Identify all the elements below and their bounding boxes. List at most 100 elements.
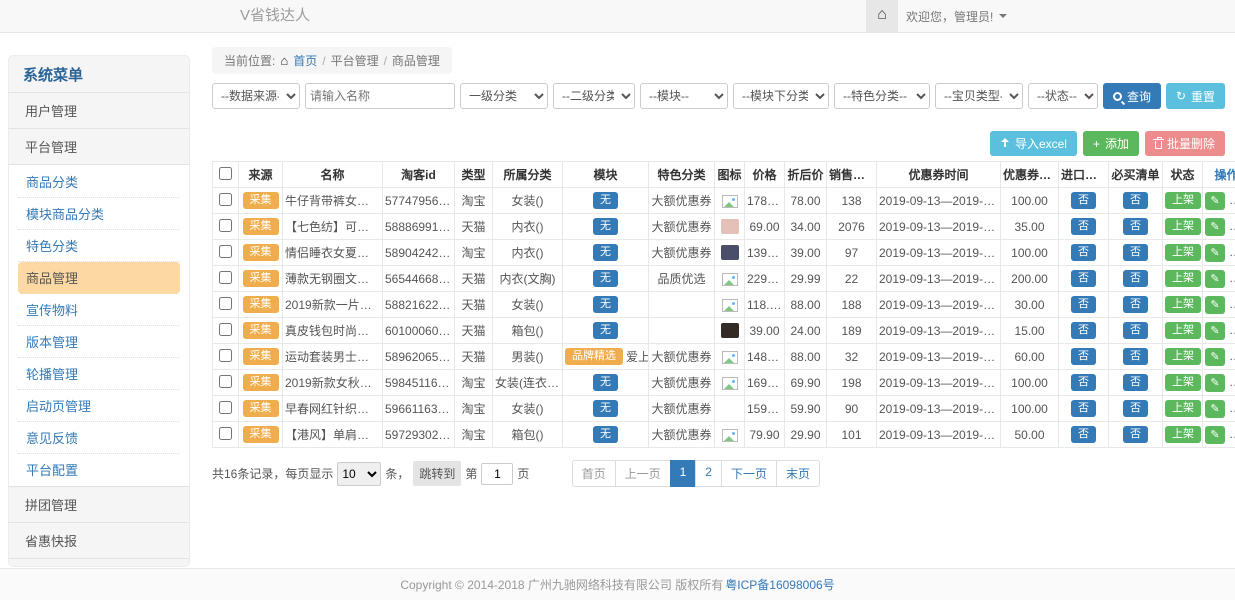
edit-button[interactable]: ✎ (1205, 322, 1225, 340)
sidebar-item-11[interactable]: 平台配置 (18, 454, 180, 485)
jump-page-input[interactable] (481, 463, 513, 485)
sidebar-group-12[interactable]: 拼团管理 (9, 486, 189, 522)
must-buy-toggle-button[interactable]: 否 (1123, 348, 1148, 365)
edit-button[interactable]: ✎ (1205, 348, 1225, 366)
status-badge[interactable]: 上架 (1165, 426, 1201, 443)
data-source-select[interactable]: --数据来源-- (212, 83, 300, 109)
sidebar-group-1[interactable]: 平台管理 (9, 128, 189, 164)
sidebar-item-7[interactable]: 版本管理 (18, 326, 180, 358)
module-badge[interactable]: 无 (593, 426, 618, 443)
row-checkbox[interactable] (219, 193, 232, 206)
module-badge[interactable]: 品牌精选 (565, 348, 623, 365)
sidebar-group-13[interactable]: 省惠快报 (9, 522, 189, 558)
must-buy-toggle-button[interactable]: 否 (1123, 296, 1148, 313)
select-all-checkbox[interactable] (219, 167, 232, 180)
import-toggle-button[interactable]: 否 (1071, 322, 1096, 339)
sidebar-item-4[interactable]: 特色分类 (18, 230, 180, 262)
status-badge[interactable]: 上架 (1165, 374, 1201, 391)
page-button-2[interactable]: 1 (670, 460, 697, 487)
sidebar-item-5[interactable]: 商品管理 (18, 262, 180, 294)
status-badge[interactable]: 上架 (1165, 270, 1201, 287)
sidebar-group-14[interactable]: 消息管理 (9, 558, 189, 567)
user-menu[interactable]: 欢迎您，管理员! (906, 0, 1007, 32)
edit-button[interactable]: ✎ (1205, 218, 1225, 236)
row-checkbox[interactable] (219, 271, 232, 284)
status-select[interactable]: --状态-- (1028, 83, 1098, 109)
must-buy-toggle-button[interactable]: 否 (1123, 400, 1148, 417)
edit-button[interactable]: ✎ (1205, 296, 1225, 314)
sidebar-item-3[interactable]: 模块商品分类 (18, 198, 180, 230)
import-toggle-button[interactable]: 否 (1071, 244, 1096, 261)
sidebar-item-10[interactable]: 意见反馈 (18, 422, 180, 454)
home-icon[interactable]: ⌂ (866, 0, 898, 32)
edit-button[interactable]: ✎ (1205, 192, 1225, 210)
edit-button[interactable]: ✎ (1205, 270, 1225, 288)
breadcrumb-home-link[interactable]: 首页 (293, 52, 317, 69)
status-badge[interactable]: 上架 (1165, 400, 1201, 417)
module-badge[interactable]: 无 (593, 218, 618, 235)
jump-button[interactable]: 跳转到 (413, 461, 461, 486)
status-badge[interactable]: 上架 (1165, 244, 1201, 261)
module-select[interactable]: --模块-- (640, 83, 728, 109)
must-buy-toggle-button[interactable]: 否 (1123, 244, 1148, 261)
must-buy-toggle-button[interactable]: 否 (1123, 218, 1148, 235)
import-excel-button[interactable]: 导入excel (990, 131, 1077, 156)
edit-button[interactable]: ✎ (1205, 400, 1225, 418)
page-button-0[interactable]: 首页 (572, 460, 616, 487)
sidebar-item-8[interactable]: 轮播管理 (18, 358, 180, 390)
row-checkbox[interactable] (219, 245, 232, 258)
page-button-5[interactable]: 末页 (776, 460, 820, 487)
search-button[interactable]: 查询 (1103, 83, 1161, 109)
status-badge[interactable]: 上架 (1165, 348, 1201, 365)
import-toggle-button[interactable]: 否 (1071, 270, 1096, 287)
page-button-1[interactable]: 上一页 (615, 460, 671, 487)
row-checkbox[interactable] (219, 323, 232, 336)
sidebar-item-2[interactable]: 商品分类 (18, 166, 180, 198)
row-checkbox[interactable] (219, 349, 232, 362)
module-badge[interactable]: 无 (593, 192, 618, 209)
import-toggle-button[interactable]: 否 (1071, 348, 1096, 365)
page-button-4[interactable]: 下一页 (721, 460, 777, 487)
edit-button[interactable]: ✎ (1205, 426, 1225, 444)
name-input[interactable] (305, 83, 455, 109)
status-badge[interactable]: 上架 (1165, 218, 1201, 235)
icp-link[interactable]: 粤ICP备16098006号 (725, 576, 834, 593)
import-toggle-button[interactable]: 否 (1071, 296, 1096, 313)
page-button-3[interactable]: 2 (695, 460, 722, 487)
reset-button[interactable]: ↻ 重置 (1166, 83, 1225, 109)
row-checkbox[interactable] (219, 219, 232, 232)
must-buy-toggle-button[interactable]: 否 (1123, 322, 1148, 339)
page-size-select[interactable]: 10 (337, 462, 381, 486)
must-buy-toggle-button[interactable]: 否 (1123, 374, 1148, 391)
sidebar-item-9[interactable]: 启动页管理 (18, 390, 180, 422)
sidebar-group-0[interactable]: 用户管理 (9, 92, 189, 128)
import-toggle-button[interactable]: 否 (1071, 192, 1096, 209)
edit-button[interactable]: ✎ (1205, 374, 1225, 392)
module-badge[interactable]: 无 (593, 322, 618, 339)
row-checkbox[interactable] (219, 297, 232, 310)
status-badge[interactable]: 上架 (1165, 296, 1201, 313)
module-subcategory-select[interactable]: --模块下分类-- (733, 83, 829, 109)
module-badge[interactable]: 无 (593, 270, 618, 287)
status-badge[interactable]: 上架 (1165, 322, 1201, 339)
add-button[interactable]: + 添加 (1083, 131, 1139, 156)
must-buy-toggle-button[interactable]: 否 (1123, 426, 1148, 443)
row-checkbox[interactable] (219, 427, 232, 440)
import-toggle-button[interactable]: 否 (1071, 374, 1096, 391)
must-buy-toggle-button[interactable]: 否 (1123, 192, 1148, 209)
sidebar-item-6[interactable]: 宣传物料 (18, 294, 180, 326)
feature-category-select[interactable]: --特色分类-- (834, 83, 930, 109)
edit-button[interactable]: ✎ (1205, 244, 1225, 262)
import-toggle-button[interactable]: 否 (1071, 426, 1096, 443)
module-badge[interactable]: 无 (593, 244, 618, 261)
category2-select[interactable]: --二级分类-- (553, 83, 635, 109)
row-checkbox[interactable] (219, 375, 232, 388)
category1-select[interactable]: 一级分类 (460, 83, 548, 109)
status-badge[interactable]: 上架 (1165, 192, 1201, 209)
import-toggle-button[interactable]: 否 (1071, 400, 1096, 417)
module-badge[interactable]: 无 (593, 374, 618, 391)
row-checkbox[interactable] (219, 401, 232, 414)
import-toggle-button[interactable]: 否 (1071, 218, 1096, 235)
batch-delete-button[interactable]: 批量删除 (1145, 131, 1225, 156)
module-badge[interactable]: 无 (593, 296, 618, 313)
